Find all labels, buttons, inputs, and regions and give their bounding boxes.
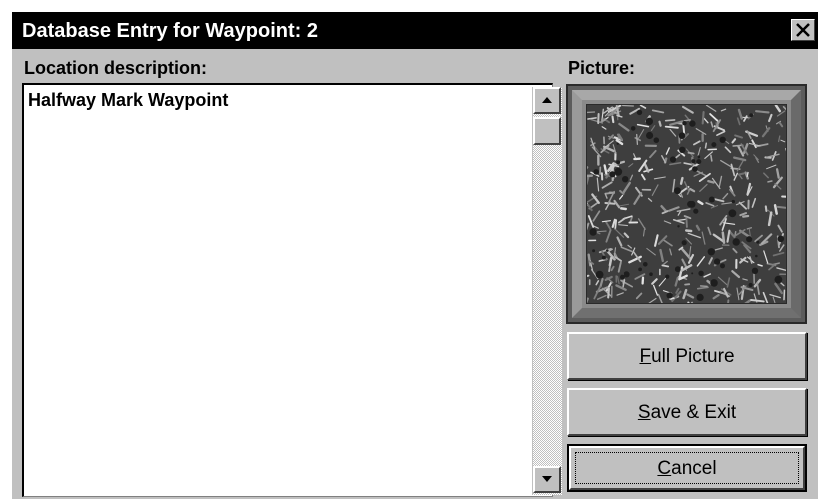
location-description-text[interactable]: Halfway Mark Waypoint <box>28 89 526 489</box>
close-icon <box>796 23 810 37</box>
database-entry-dialog: Database Entry for Waypoint: 2 Location … <box>12 12 818 499</box>
scroll-up-arrow-icon <box>542 97 552 103</box>
scroll-up-button[interactable] <box>533 87 561 114</box>
scroll-down-button[interactable] <box>533 466 561 493</box>
close-button[interactable] <box>791 19 815 41</box>
cancel-button[interactable]: Cancel <box>567 444 807 492</box>
fern-foliage-image <box>587 105 786 303</box>
location-description-textarea[interactable]: Halfway Mark Waypoint <box>22 83 562 497</box>
picture-bevel <box>572 90 801 318</box>
save-exit-button-label: Save & Exit <box>637 401 737 423</box>
full-picture-button-label: Full Picture <box>639 345 735 367</box>
scroll-thumb[interactable] <box>533 117 561 145</box>
picture-frame <box>566 84 807 324</box>
window-title: Database Entry for Waypoint: 2 <box>22 20 318 42</box>
title-bar[interactable]: Database Entry for Waypoint: 2 <box>12 12 818 49</box>
cancel-button-label: Cancel <box>657 457 717 479</box>
save-exit-button[interactable]: Save & Exit <box>567 388 807 436</box>
vertical-scrollbar[interactable] <box>532 87 562 495</box>
scroll-down-arrow-icon <box>542 476 552 482</box>
fern-picture[interactable] <box>586 104 787 304</box>
picture-label: Picture: <box>568 58 636 78</box>
location-description-label: Location description: <box>24 58 208 78</box>
full-picture-button[interactable]: Full Picture <box>567 332 807 380</box>
